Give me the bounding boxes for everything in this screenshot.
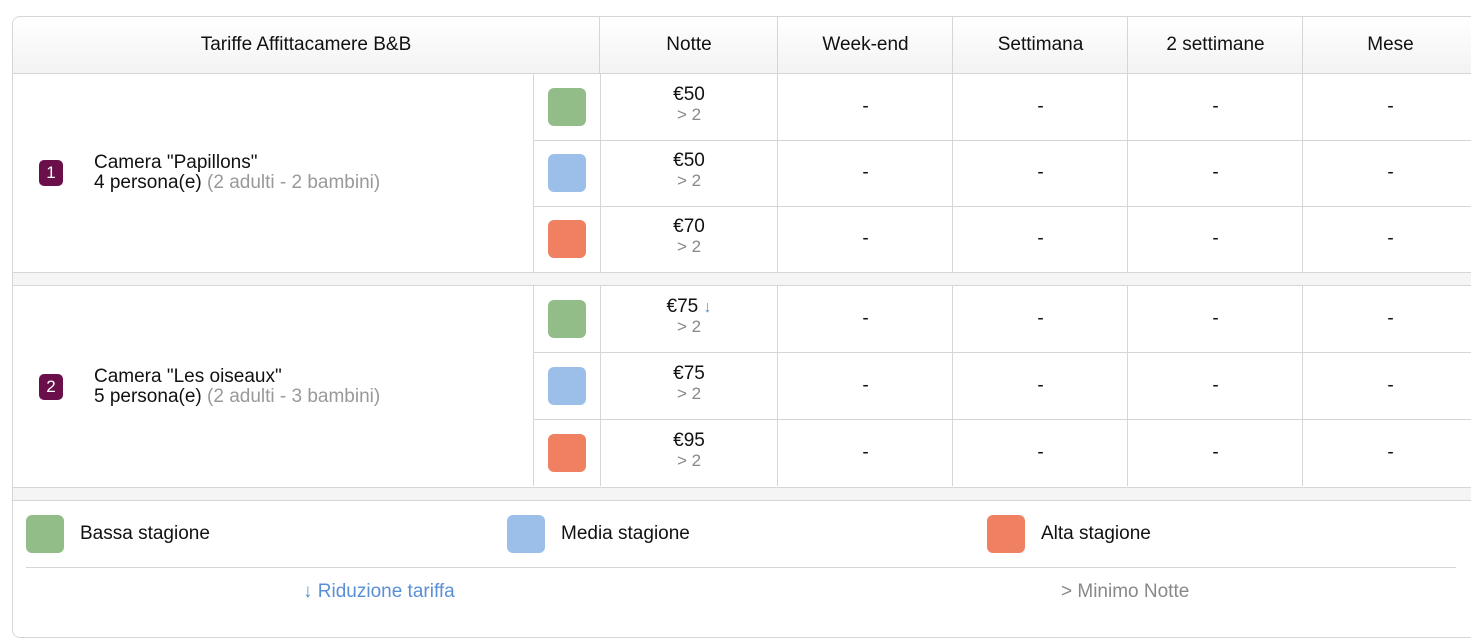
- rate-row: €75 > 2 - - - -: [533, 353, 1471, 420]
- price-mese: -: [1302, 420, 1471, 486]
- min-nights: > 2: [676, 384, 702, 403]
- price-settimana: -: [952, 286, 1128, 352]
- price-mese: -: [1302, 286, 1471, 352]
- room-info: 2 Camera "Les oiseaux" 5 persona(e) (2 a…: [13, 286, 533, 487]
- legend-swatch-alta: [987, 515, 1025, 553]
- price-weekend: -: [777, 206, 953, 272]
- price-2-settimane: -: [1127, 353, 1303, 419]
- min-nights: > 2: [676, 105, 702, 124]
- price-2-settimane: -: [1127, 140, 1303, 206]
- price-mese: -: [1302, 74, 1471, 140]
- legend-label-alta: Alta stagione: [1041, 523, 1151, 544]
- price-notte: €50 > 2: [600, 140, 778, 206]
- reduction-arrow-icon: ↓: [703, 299, 712, 316]
- price-weekend: -: [777, 286, 953, 352]
- col-notte: Notte: [599, 17, 778, 73]
- col-2-settimane: 2 settimane: [1127, 17, 1303, 73]
- season-swatch-bassa: [548, 88, 586, 126]
- price-amount: €50: [673, 84, 705, 105]
- season-swatch-alta: [548, 434, 586, 472]
- rate-row: €70 > 2 - - - -: [533, 206, 1471, 272]
- season-swatch-media: [548, 154, 586, 192]
- price-settimana: -: [952, 353, 1128, 419]
- price-notte: €95 > 2: [600, 420, 778, 486]
- price-settimana: -: [952, 74, 1128, 140]
- col-settimana: Settimana: [952, 17, 1128, 73]
- price-mese: -: [1302, 140, 1471, 206]
- rate-row: €50 > 2 - - - -: [533, 140, 1471, 207]
- price-amount: €50: [673, 150, 705, 171]
- room-block-2: 2 Camera "Les oiseaux" 5 persona(e) (2 a…: [13, 286, 1471, 488]
- price-notte: €75 ↓ > 2: [600, 286, 778, 352]
- price-amount: €75: [666, 296, 699, 317]
- legend-label-media: Media stagione: [561, 523, 690, 544]
- price-weekend: -: [777, 140, 953, 206]
- col-mese: Mese: [1302, 17, 1471, 73]
- price-mese: -: [1302, 206, 1471, 272]
- price-2-settimane: -: [1127, 286, 1303, 352]
- room-separator: [13, 273, 1471, 286]
- price-weekend: -: [777, 353, 953, 419]
- min-nights-note: > Minimo Notte: [1061, 581, 1190, 602]
- price-2-settimane: -: [1127, 206, 1303, 272]
- table-header: Tariffe Affittacamere B&B Notte Week-end…: [13, 17, 1471, 74]
- season-legend: Bassa stagione Media stagione Alta stagi…: [13, 501, 1471, 637]
- min-nights: > 2: [676, 451, 702, 470]
- rate-row: €95 > 2 - - - -: [533, 420, 1471, 486]
- price-amount: €70: [673, 216, 705, 237]
- rate-row: €50 > 2 - - - -: [533, 74, 1471, 141]
- room-capacity: 4 persona(e): [94, 172, 202, 193]
- price-mese: -: [1302, 353, 1471, 419]
- room-description: Camera "Les oiseaux" 5 persona(e) (2 adu…: [94, 365, 381, 407]
- legend-item-bassa: Bassa stagione: [26, 515, 210, 553]
- legend-swatch-media: [507, 515, 545, 553]
- legend-divider: [26, 567, 1456, 568]
- min-nights: > 2: [676, 171, 702, 190]
- room-description: Camera "Papillons" 4 persona(e) (2 adult…: [94, 153, 380, 193]
- room-capacity: 5 persona(e): [94, 385, 202, 407]
- room-capacity-details: (2 adulti - 3 bambini): [207, 385, 381, 407]
- season-swatch-alta: [548, 220, 586, 258]
- reduction-note: ↓ Riduzione tariffa: [303, 581, 455, 602]
- room-info: 1 Camera "Papillons" 4 persona(e) (2 adu…: [13, 74, 533, 272]
- rates-table: Tariffe Affittacamere B&B Notte Week-end…: [12, 16, 1471, 638]
- room-number-badge: 1: [39, 160, 63, 186]
- price-settimana: -: [952, 206, 1128, 272]
- room-name: Camera "Papillons": [94, 152, 258, 173]
- price-2-settimane: -: [1127, 420, 1303, 486]
- table-title: Tariffe Affittacamere B&B: [200, 34, 412, 55]
- legend-label-bassa: Bassa stagione: [80, 523, 210, 544]
- min-nights: > 2: [676, 317, 702, 336]
- col-weekend: Week-end: [777, 17, 953, 73]
- season-swatch-media: [548, 367, 586, 405]
- price-notte: €50 > 2: [600, 74, 778, 140]
- price-2-settimane: -: [1127, 74, 1303, 140]
- min-nights: > 2: [676, 237, 702, 256]
- price-settimana: -: [952, 140, 1128, 206]
- price-settimana: -: [952, 420, 1128, 486]
- room-number-badge: 2: [39, 373, 63, 400]
- legend-item-alta: Alta stagione: [987, 515, 1151, 553]
- price-notte: €75 > 2: [600, 353, 778, 419]
- room-block-1: 1 Camera "Papillons" 4 persona(e) (2 adu…: [13, 74, 1471, 273]
- legend-item-media: Media stagione: [507, 515, 690, 553]
- rate-row: €75 ↓ > 2 - - - -: [533, 286, 1471, 353]
- price-weekend: -: [777, 420, 953, 486]
- price-amount: €95: [673, 430, 705, 451]
- room-capacity-details: (2 adulti - 2 bambini): [207, 172, 381, 193]
- legend-swatch-bassa: [26, 515, 64, 553]
- season-swatch-bassa: [548, 300, 586, 338]
- legend-separator: [13, 488, 1471, 501]
- price-weekend: -: [777, 74, 953, 140]
- price-amount: €75: [673, 363, 705, 384]
- room-name: Camera "Les oiseaux": [94, 365, 282, 387]
- price-notte: €70 > 2: [600, 206, 778, 272]
